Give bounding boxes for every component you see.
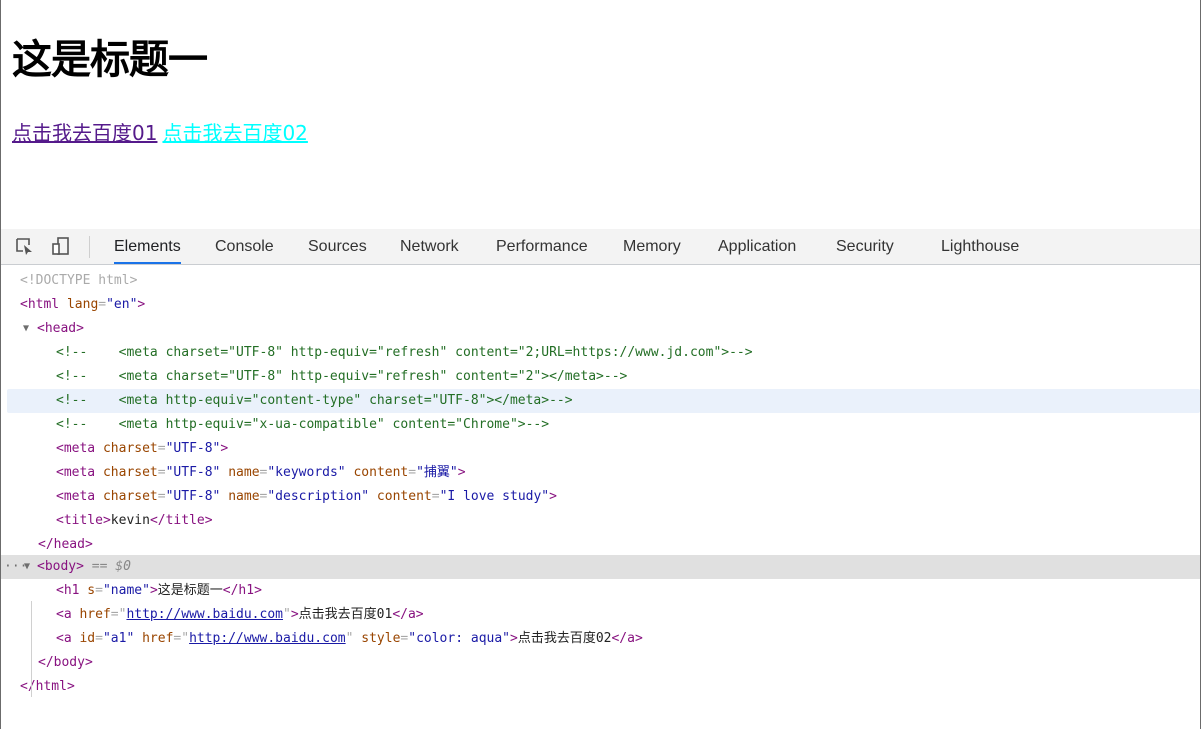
dom-line-head-close[interactable]: </head> [1,533,1200,557]
href-attr: href [71,607,111,622]
meta-open-tag: <meta [56,465,96,480]
tab-application[interactable]: Application [718,229,796,264]
keywords-value: "keywords" [267,465,346,480]
baidu-link-01[interactable]: 点击我去百度01 [12,121,157,145]
comment-content-type: <!-- <meta http-equiv="content-type" cha… [56,393,573,408]
dom-line-head[interactable]: ▼ <head> [1,317,1200,341]
tab-network[interactable]: Network [400,229,459,264]
head-tag: <head> [37,321,84,336]
dom-line-html-close[interactable]: </html> [1,675,1200,699]
s-attr: s [79,583,96,598]
rendered-page: 这是标题一 点击我去百度01 点击我去百度02 [1,0,1200,229]
a2-text: 点击我去百度02 [517,631,612,646]
lang-attr: lang [59,297,99,312]
style-value: "color: aqua" [408,631,510,646]
html-close-tag: </html> [20,679,75,694]
toolbar-divider [89,236,90,258]
html-open-tag: <html [20,297,60,312]
expand-head-icon[interactable]: ▼ [23,317,29,341]
expand-body-icon[interactable]: ▼ [24,555,30,579]
title-close-tag: </title> [149,513,213,528]
dom-line-doctype[interactable]: <!DOCTYPE html> [1,269,1200,293]
baidu-link-02[interactable]: 点击我去百度02 [162,121,307,145]
description-value: "description" [267,489,370,504]
href-attr: href [134,631,174,646]
dom-line-meta[interactable]: <meta charset="UTF-8" name="keywords" co… [1,461,1200,485]
body-close-tag: </body> [38,655,93,670]
content-attr: content [369,489,432,504]
charset-attr: charset [95,465,158,480]
page-heading: 这是标题一 [12,37,208,83]
name-attr: name [220,489,260,504]
charset-attr: charset [95,441,158,456]
body-tag: <body> [37,559,84,574]
dom-line-body-selected[interactable]: ··· ▼ <body> == $0 [1,555,1200,579]
dom-line-h1[interactable]: <h1 s="name">这是标题一</h1> [1,579,1200,603]
tab-console[interactable]: Console [215,229,274,264]
doctype-text: <!DOCTYPE html> [20,273,138,288]
comment-ua-compatible: <!-- <meta http-equiv="x-ua-compatible" … [56,417,550,432]
id-value: "a1" [102,631,135,646]
dom-line-comment[interactable]: <!-- <meta http-equiv="x-ua-compatible" … [1,413,1200,437]
dom-tree: <!DOCTYPE html> <html lang="en"> ▼ <head>… [1,265,1200,729]
charset-value: "UTF-8" [165,489,221,504]
content-attr: content [345,465,409,480]
a-open-tag: <a [56,631,72,646]
a1-text: 点击我去百度01 [298,607,393,622]
title-text: kevin [110,513,150,528]
dom-line-a[interactable]: <a href="http://www.baidu.com">点击我去百度01<… [1,603,1200,627]
dom-line-title[interactable]: <title>kevin</title> [1,509,1200,533]
dom-line-meta[interactable]: <meta charset="UTF-8" name="description"… [1,485,1200,509]
tab-performance[interactable]: Performance [496,229,588,264]
tab-memory[interactable]: Memory [623,229,681,264]
href-link[interactable]: http://www.baidu.com [126,607,283,622]
comment-refresh-jd: <!-- <meta charset="UTF-8" http-equiv="r… [56,345,753,360]
dom-line-comment[interactable]: <!-- <meta charset="UTF-8" http-equiv="r… [1,365,1200,389]
selected-node-marker: == $0 [83,559,131,574]
meta-open-tag: <meta [56,441,96,456]
devtools-panel: Elements Console Sources Network Perform… [1,229,1200,729]
h1-close-tag: </h1> [222,583,262,598]
charset-value: "UTF-8" [165,441,221,456]
dom-line-comment[interactable]: <!-- <meta charset="UTF-8" http-equiv="r… [1,341,1200,365]
dom-line-body-close[interactable]: </body> [1,651,1200,675]
h1-open-tag: <h1 [56,583,80,598]
body-indent-guide [31,601,32,697]
head-close-tag: </head> [38,537,93,552]
id-attr: id [71,631,96,646]
comment-refresh: <!-- <meta charset="UTF-8" http-equiv="r… [56,369,628,384]
select-element-icon[interactable] [14,235,34,257]
style-attr: style [353,631,401,646]
description-content-value: "I love study" [439,489,550,504]
charset-attr: charset [95,489,158,504]
keywords-content-value: "捕翼" [416,465,458,480]
title-open-tag: <title> [56,513,111,528]
devtools-toolbar: Elements Console Sources Network Perform… [1,229,1200,265]
device-toolbar-icon[interactable] [51,235,71,257]
tab-sources[interactable]: Sources [308,229,367,264]
a-open-tag: <a [56,607,72,622]
tab-security[interactable]: Security [836,229,894,264]
tab-elements[interactable]: Elements [114,229,181,264]
tab-lighthouse[interactable]: Lighthouse [941,229,1019,264]
a-close-tag: </a> [611,631,643,646]
charset-value: "UTF-8" [165,465,221,480]
a-close-tag: </a> [392,607,424,622]
name-attr: name [220,465,260,480]
dom-line-a[interactable]: <a id="a1" href="http://www.baidu.com" s… [1,627,1200,651]
s-value: "name" [102,583,150,598]
href-link[interactable]: http://www.baidu.com [189,631,346,646]
meta-open-tag: <meta [56,489,96,504]
dom-line-meta[interactable]: <meta charset="UTF-8"> [1,437,1200,461]
page-links: 点击我去百度01 点击我去百度02 [12,119,308,147]
lang-value: "en" [106,297,138,312]
dom-line-comment[interactable]: <!-- <meta http-equiv="content-type" cha… [7,389,1200,413]
h1-text: 这是标题一 [157,583,223,598]
dom-line-html[interactable]: <html lang="en"> [1,293,1200,317]
